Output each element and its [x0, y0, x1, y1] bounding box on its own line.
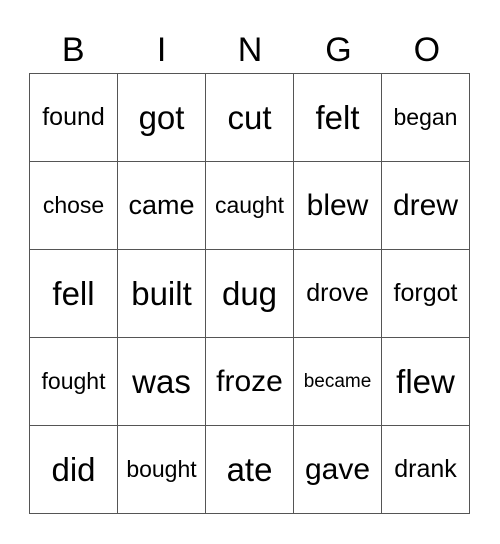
header-letter-g: G — [325, 31, 352, 69]
bingo-cell[interactable]: gave — [293, 425, 382, 514]
board-row: fought was froze became flew — [29, 337, 470, 426]
bingo-cell[interactable]: ate — [205, 425, 294, 514]
header-letter-b: B — [61, 31, 85, 69]
bingo-cell[interactable]: blew — [293, 161, 382, 250]
board-row: found got cut felt began — [29, 73, 470, 162]
bingo-cell[interactable]: drove — [293, 249, 382, 338]
bingo-cell[interactable]: found — [29, 73, 118, 162]
board-row: did bought ate gave drank — [29, 425, 470, 514]
bingo-cell[interactable]: cut — [205, 73, 294, 162]
bingo-cell[interactable]: chose — [29, 161, 118, 250]
bingo-cell[interactable]: got — [117, 73, 206, 162]
bingo-cell[interactable]: became — [293, 337, 382, 426]
bingo-cell[interactable]: built — [117, 249, 206, 338]
bingo-cell[interactable]: drew — [381, 161, 470, 250]
bingo-cell[interactable]: dug — [205, 249, 294, 338]
header-letter-n: N — [237, 31, 263, 69]
board-row: chose came caught blew drew — [29, 161, 470, 250]
bingo-cell[interactable]: caught — [205, 161, 294, 250]
bingo-cell[interactable]: fell — [29, 249, 118, 338]
header-letter-o: O — [413, 31, 441, 69]
bingo-cell[interactable]: froze — [205, 337, 294, 426]
bingo-cell[interactable]: flew — [381, 337, 470, 426]
bingo-cell[interactable]: was — [117, 337, 206, 426]
header-letter-i: I — [156, 31, 167, 69]
bingo-cell[interactable]: did — [29, 425, 118, 514]
bingo-header: B I N G O — [29, 28, 471, 72]
bingo-cell[interactable]: bought — [117, 425, 206, 514]
bingo-cell[interactable]: fought — [29, 337, 118, 426]
bingo-cell[interactable]: drank — [381, 425, 470, 514]
bingo-cell[interactable]: forgot — [381, 249, 470, 338]
bingo-cell[interactable]: began — [381, 73, 470, 162]
bingo-board: found got cut felt began chose came caug… — [29, 73, 470, 514]
board-row: fell built dug drove forgot — [29, 249, 470, 338]
bingo-cell[interactable]: felt — [293, 73, 382, 162]
bingo-cell[interactable]: came — [117, 161, 206, 250]
